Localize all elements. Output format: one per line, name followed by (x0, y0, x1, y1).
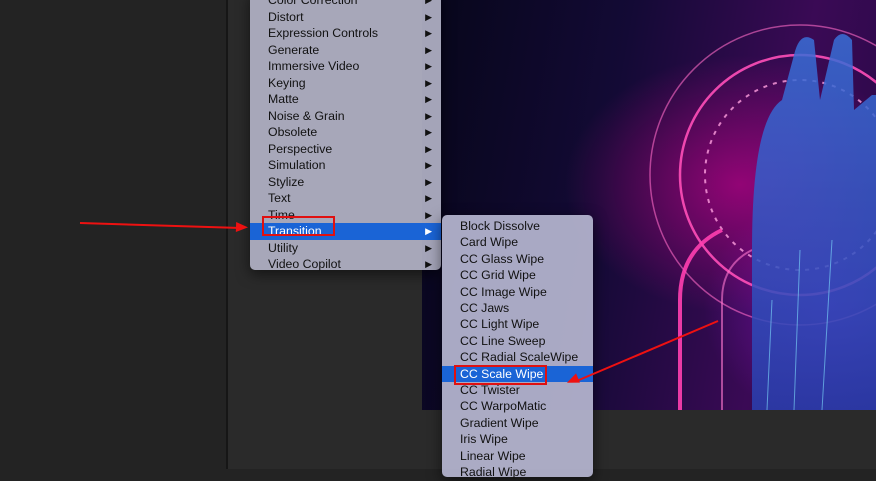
submenu-arrow-icon: ▶ (425, 143, 432, 154)
submenu-item-label: CC Glass Wipe (460, 251, 545, 266)
submenu-arrow-icon: ▶ (425, 226, 432, 236)
submenu-arrow-icon: ▶ (425, 77, 432, 88)
submenu-item-radial-wipe[interactable]: Radial Wipe (442, 464, 593, 481)
menu-item-label: Text (268, 191, 291, 205)
annotation-arrow-head (235, 222, 249, 233)
menu-item-expression-controls[interactable]: Expression Controls ▶ (250, 25, 441, 42)
submenu-item-label: CC Radial ScaleWipe (460, 350, 579, 365)
menu-item-label: Utility (268, 240, 299, 255)
submenu-item-cc-line-sweep[interactable]: CC Line Sweep (442, 333, 593, 350)
submenu-arrow-icon: ▶ (425, 0, 432, 5)
menu-item-label: Perspective (268, 141, 333, 156)
menu-item-label: Simulation (268, 158, 326, 172)
submenu-arrow-icon: ▶ (425, 176, 432, 187)
menu-item-keying[interactable]: Keying ▶ (250, 75, 441, 92)
menu-item-label: Stylize (268, 174, 305, 189)
menu-item-label: Color Correction (268, 0, 358, 7)
submenu-item-iris-wipe[interactable]: Iris Wipe (442, 431, 593, 448)
menu-item-label: Distort (268, 9, 304, 24)
submenu-arrow-icon: ▶ (425, 193, 432, 203)
submenu-item-gradient-wipe[interactable]: Gradient Wipe (442, 415, 593, 432)
menu-item-generate[interactable]: Generate ▶ (250, 42, 441, 59)
submenu-item-label: CC Grid Wipe (460, 268, 536, 283)
menu-item-label: Matte (268, 92, 299, 106)
menu-item-simulation[interactable]: Simulation ▶ (250, 157, 441, 174)
menu-item-immersive-video[interactable]: Immersive Video ▶ (250, 58, 441, 75)
menu-item-label: Noise & Grain (268, 108, 345, 123)
submenu-item-cc-light-wipe[interactable]: CC Light Wipe (442, 316, 593, 333)
submenu-arrow-icon: ▶ (425, 110, 432, 121)
menu-item-matte[interactable]: Matte ▶ (250, 91, 441, 108)
submenu-arrow-icon: ▶ (425, 44, 432, 55)
project-panel (0, 0, 226, 469)
submenu-arrow-icon: ▶ (425, 209, 432, 220)
transition-highlight-box (262, 216, 335, 236)
submenu-item-label: Radial Wipe (460, 465, 527, 479)
menu-item-utility[interactable]: Utility ▶ (250, 240, 441, 257)
submenu-item-label: CC Line Sweep (460, 333, 546, 348)
transition-submenu: Block Dissolve Card Wipe CC Glass Wipe CC G… (442, 215, 593, 479)
menu-item-label: Generate (268, 42, 320, 57)
menu-item-text[interactable]: Text ▶ (250, 190, 441, 207)
submenu-arrow-icon: ▶ (425, 11, 432, 22)
submenu-item-block-dissolve[interactable]: Block Dissolve (442, 218, 593, 235)
submenu-arrow-icon: ▶ (425, 127, 432, 137)
submenu-arrow-icon: ▶ (425, 259, 432, 269)
menu-item-stylize[interactable]: Stylize ▶ (250, 174, 441, 191)
submenu-item-label: CC WarpoMatic (460, 399, 547, 414)
submenu-item-cc-image-wipe[interactable]: CC Image Wipe (442, 284, 593, 301)
menu-item-label: Immersive Video (268, 59, 360, 73)
menu-item-label: Obsolete (268, 125, 318, 139)
cc-scale-wipe-highlight-box (454, 365, 547, 385)
menu-item-obsolete[interactable]: Obsolete ▶ (250, 124, 441, 141)
submenu-item-label: CC Jaws (460, 301, 510, 315)
submenu-item-linear-wipe[interactable]: Linear Wipe (442, 448, 593, 465)
menu-item-color-correction[interactable]: Color Correction ▶ (250, 0, 441, 9)
submenu-item-label: CC Light Wipe (460, 317, 540, 332)
submenu-arrow-icon: ▶ (425, 242, 432, 253)
menu-item-label: Video Copilot (268, 257, 341, 271)
submenu-arrow-icon: ▶ (425, 94, 432, 104)
submenu-arrow-icon: ▶ (425, 160, 432, 170)
submenu-item-label: Iris Wipe (460, 432, 508, 447)
menu-item-noise-grain[interactable]: Noise & Grain ▶ (250, 108, 441, 125)
submenu-arrow-icon: ▶ (425, 28, 432, 38)
menu-item-label: Expression Controls (268, 26, 379, 40)
submenu-item-label: CC Image Wipe (460, 284, 547, 299)
submenu-item-label: Linear Wipe (460, 448, 526, 463)
menu-item-label: Keying (268, 75, 306, 90)
menu-item-video-copilot[interactable]: Video Copilot ▶ (250, 256, 441, 273)
submenu-item-cc-warpomatic[interactable]: CC WarpoMatic (442, 398, 593, 415)
menu-item-distort[interactable]: Distort ▶ (250, 9, 441, 26)
submenu-item-cc-radial-scalewipe[interactable]: CC Radial ScaleWipe (442, 349, 593, 366)
submenu-item-label: Gradient Wipe (460, 415, 539, 430)
menu-item-perspective[interactable]: Perspective ▶ (250, 141, 441, 158)
submenu-item-cc-glass-wipe[interactable]: CC Glass Wipe (442, 251, 593, 268)
submenu-item-label: Block Dissolve (460, 219, 540, 233)
submenu-item-cc-jaws[interactable]: CC Jaws (442, 300, 593, 317)
submenu-item-label: CC Twister (460, 383, 520, 397)
submenu-item-label: Card Wipe (460, 235, 519, 250)
submenu-arrow-icon: ▶ (425, 61, 432, 71)
submenu-item-cc-grid-wipe[interactable]: CC Grid Wipe (442, 267, 593, 284)
submenu-item-card-wipe[interactable]: Card Wipe (442, 234, 593, 251)
